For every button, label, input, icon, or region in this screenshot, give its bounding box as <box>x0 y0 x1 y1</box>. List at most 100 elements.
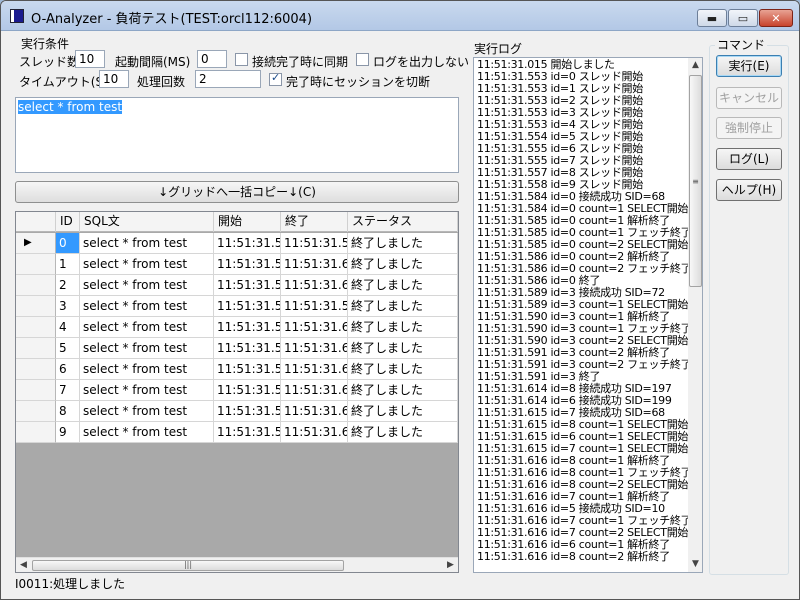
row-header[interactable] <box>16 254 56 275</box>
cell-start[interactable]: 11:51:31.553 <box>214 233 281 254</box>
cell-start[interactable]: 11:51:31.554 <box>214 338 281 359</box>
help-button[interactable]: ヘルプ(H) <box>716 179 782 201</box>
column-header-sql[interactable]: SQL文 <box>80 212 214 232</box>
scroll-right-icon[interactable]: ▶ <box>443 558 458 572</box>
cell-end[interactable]: 11:51:31.617 <box>281 401 348 422</box>
cell-start[interactable]: 11:51:31.553 <box>214 296 281 317</box>
cell-start[interactable]: 11:51:31.558 <box>214 422 281 443</box>
column-header-id[interactable]: ID <box>56 212 80 232</box>
log-list[interactable]: 11:51:31.015 開始しました 11:51:31.553 id=0 スレッ… <box>473 57 703 573</box>
cell-id[interactable]: 7 <box>56 380 80 401</box>
scroll-down-icon[interactable]: ▼ <box>688 557 702 572</box>
cell-sql[interactable]: select * from test <box>80 233 214 254</box>
row-header[interactable] <box>16 380 56 401</box>
log-vertical-scrollbar[interactable]: ▲ ≡ ▼ <box>688 58 702 572</box>
cell-id[interactable]: 0 <box>56 233 80 254</box>
scroll-thumb[interactable]: ||| <box>32 560 344 571</box>
scroll-up-icon[interactable]: ▲ <box>688 58 702 73</box>
timeout-input[interactable]: 10 <box>99 70 129 88</box>
cell-status[interactable]: 終了しました <box>348 254 458 275</box>
row-header[interactable] <box>16 317 56 338</box>
cell-id[interactable]: 3 <box>56 296 80 317</box>
cancel-button[interactable]: キャンセル <box>716 87 782 109</box>
row-header[interactable] <box>16 338 56 359</box>
cell-sql[interactable]: select * from test <box>80 275 214 296</box>
cell-end[interactable]: 11:51:31.645 <box>281 338 348 359</box>
window-title: O-Analyzer - 負荷テスト(TEST:orcl112:6004) <box>31 12 313 27</box>
cell-start[interactable]: 11:51:31.553 <box>214 275 281 296</box>
cell-id[interactable]: 2 <box>56 275 80 296</box>
run-button[interactable]: 実行(E) <box>716 55 782 77</box>
cell-status[interactable]: 終了しました <box>348 422 458 443</box>
close-button[interactable]: ✕ <box>759 9 793 27</box>
cell-id[interactable]: 4 <box>56 317 80 338</box>
disconnect-label: 完了時にセッションを切断 <box>286 75 431 89</box>
count-input[interactable]: 2 <box>195 70 261 88</box>
cell-status[interactable]: 終了しました <box>348 401 458 422</box>
cell-start[interactable]: 11:51:31.555 <box>214 380 281 401</box>
cell-id[interactable]: 8 <box>56 401 80 422</box>
row-header[interactable] <box>16 401 56 422</box>
force-stop-button[interactable]: 強制停止 <box>716 117 782 139</box>
row-header[interactable] <box>16 422 56 443</box>
maximize-button[interactable]: ▭ <box>728 9 758 27</box>
command-group-title: コマンド <box>715 36 768 53</box>
disconnect-checkbox[interactable] <box>269 71 282 86</box>
minimize-button[interactable]: ▬ <box>697 9 727 27</box>
sql-editor[interactable]: select * from test <box>15 97 459 173</box>
cell-end[interactable]: 11:51:31.591 <box>281 296 348 317</box>
cell-id[interactable]: 5 <box>56 338 80 359</box>
cell-status[interactable]: 終了しました <box>348 233 458 254</box>
cell-sql[interactable]: select * from test <box>80 359 214 380</box>
nolog-checkbox[interactable] <box>356 53 369 66</box>
cell-start[interactable]: 11:51:31.553 <box>214 254 281 275</box>
cell-sql[interactable]: select * from test <box>80 338 214 359</box>
column-header-status[interactable]: ステータス <box>348 212 458 232</box>
cell-id[interactable]: 1 <box>56 254 80 275</box>
column-header-end[interactable]: 終了 <box>281 212 348 232</box>
cell-end[interactable]: 11:51:31.685 <box>281 422 348 443</box>
cell-status[interactable]: 終了しました <box>348 380 458 401</box>
cell-sql[interactable]: select * from test <box>80 296 214 317</box>
cell-sql[interactable]: select * from test <box>80 254 214 275</box>
cell-id[interactable]: 6 <box>56 359 80 380</box>
cell-start[interactable]: 11:51:31.555 <box>214 359 281 380</box>
cell-end[interactable]: 11:51:31.623 <box>281 359 348 380</box>
grid-horizontal-scrollbar[interactable]: ◀ ||| ▶ <box>16 557 458 572</box>
cell-sql[interactable]: select * from test <box>80 317 214 338</box>
cell-sql[interactable]: select * from test <box>80 401 214 422</box>
row-header[interactable] <box>16 296 56 317</box>
grid-corner[interactable] <box>16 212 56 232</box>
cell-end[interactable]: 11:51:31.685 <box>281 317 348 338</box>
row-header[interactable] <box>16 359 56 380</box>
scroll-left-icon[interactable]: ◀ <box>16 558 31 572</box>
results-grid[interactable]: ID SQL文 開始 終了 ステータス ▶ 0 select * from test… <box>15 211 459 573</box>
row-header[interactable] <box>16 275 56 296</box>
cell-id[interactable]: 9 <box>56 422 80 443</box>
cell-sql[interactable]: select * from test <box>80 380 214 401</box>
cell-status[interactable]: 終了しました <box>348 338 458 359</box>
sql-text: select * from test <box>18 100 123 114</box>
copy-to-grid-button[interactable]: ↓グリッドへ一括コピー↓(C) <box>15 181 459 203</box>
threads-input[interactable]: 10 <box>75 50 105 68</box>
cell-status[interactable]: 終了しました <box>348 317 458 338</box>
timeout-label: タイムアウト(S) <box>19 75 108 89</box>
interval-input[interactable]: 0 <box>197 50 227 68</box>
log-scroll-thumb[interactable]: ≡ <box>689 75 702 287</box>
cell-end[interactable]: 11:51:31.622 <box>281 380 348 401</box>
row-header[interactable]: ▶ <box>16 233 56 254</box>
cell-end[interactable]: 11:51:31.586 <box>281 233 348 254</box>
title-bar[interactable]: O-Analyzer - 負荷テスト(TEST:orcl112:6004) ▬ … <box>1 1 799 31</box>
column-header-start[interactable]: 開始 <box>214 212 281 232</box>
cell-status[interactable]: 終了しました <box>348 359 458 380</box>
cell-status[interactable]: 終了しました <box>348 296 458 317</box>
conditions-group-title: 実行条件 <box>21 37 70 51</box>
cell-end[interactable]: 11:51:31.625 <box>281 275 348 296</box>
cell-status[interactable]: 終了しました <box>348 275 458 296</box>
cell-sql[interactable]: select * from test <box>80 422 214 443</box>
cell-end[interactable]: 11:51:31.685 <box>281 254 348 275</box>
cell-start[interactable]: 11:51:31.557 <box>214 401 281 422</box>
cell-start[interactable]: 11:51:31.553 <box>214 317 281 338</box>
sync-checkbox[interactable] <box>235 53 248 66</box>
log-button[interactable]: ログ(L) <box>716 148 782 170</box>
